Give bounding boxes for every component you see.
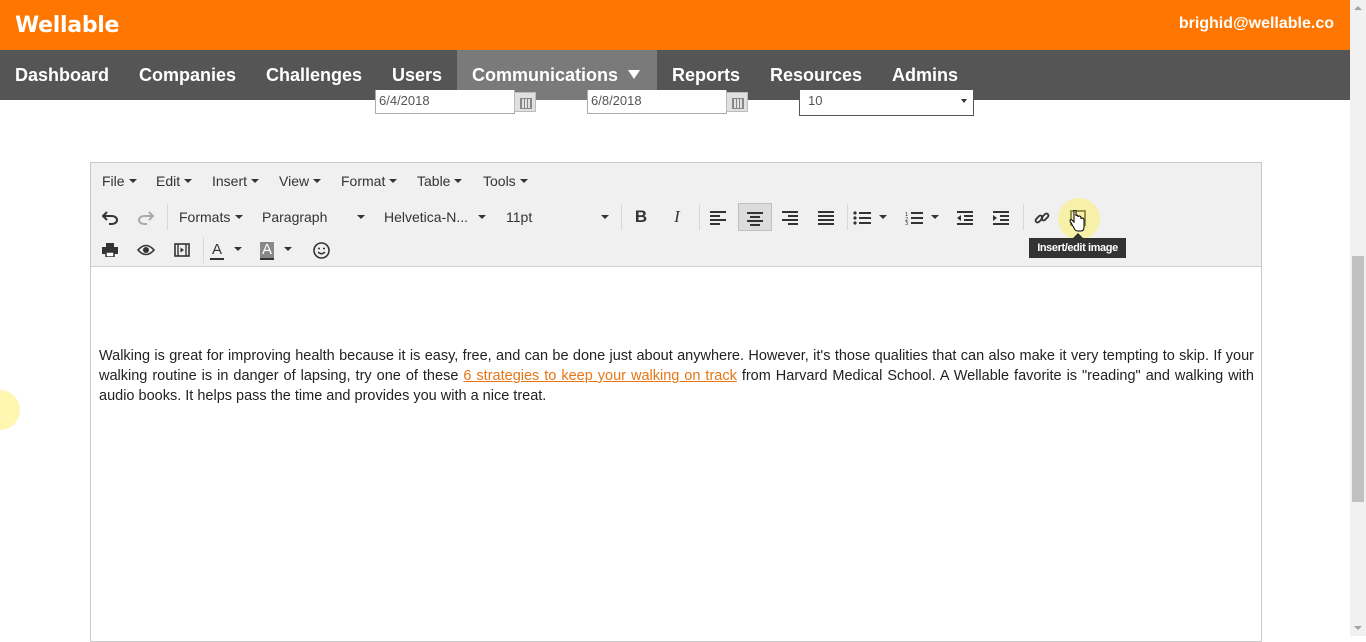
wellable-logo[interactable]: Wellable xyxy=(15,13,119,38)
chevron-down-icon xyxy=(234,247,243,252)
menu-tools-label: Tools xyxy=(483,173,516,189)
text-color-icon[interactable]: A xyxy=(210,235,250,263)
chevron-down-icon xyxy=(879,215,887,220)
chevron-down-icon xyxy=(961,99,967,103)
background-color-icon[interactable]: A xyxy=(260,235,300,263)
menu-file[interactable]: File xyxy=(102,173,137,189)
chevron-down-icon xyxy=(184,179,193,184)
start-date-input[interactable]: 6/4/2018 xyxy=(375,90,515,114)
cursor-highlight xyxy=(0,390,20,430)
nav-challenges[interactable]: Challenges xyxy=(251,50,377,100)
chevron-down-icon xyxy=(519,179,528,184)
calendar-icon[interactable] xyxy=(514,92,536,112)
calendar-icon[interactable] xyxy=(726,92,748,112)
indent-icon[interactable] xyxy=(988,203,1014,231)
chevron-down-icon xyxy=(601,215,609,219)
image-button-tooltip: Insert/edit image xyxy=(1029,233,1126,258)
editor-menubar: File Edit Insert View Format Table Tools xyxy=(91,163,1261,199)
scroll-down-icon[interactable] xyxy=(1354,626,1362,630)
chevron-down-icon xyxy=(284,247,293,252)
chevron-down-icon xyxy=(454,179,463,184)
formats-dropdown[interactable]: Formats xyxy=(179,203,243,231)
numbered-list-icon[interactable]: 123 xyxy=(905,203,945,231)
font-family-dropdown[interactable]: Helvetica-N... xyxy=(384,203,486,231)
menu-table[interactable]: Table xyxy=(417,173,463,189)
bold-icon[interactable]: B xyxy=(628,203,654,231)
justify-icon[interactable] xyxy=(813,203,839,231)
menu-file-label: File xyxy=(102,173,125,189)
align-center-icon[interactable] xyxy=(738,203,772,231)
font-size-label: 11pt xyxy=(506,209,533,225)
scroll-up-icon[interactable] xyxy=(1354,6,1362,10)
undo-icon[interactable] xyxy=(97,203,123,231)
menu-edit-label: Edit xyxy=(156,173,181,189)
editor-content[interactable]: Walking is great for improving health be… xyxy=(99,346,1254,406)
nav-dashboard[interactable]: Dashboard xyxy=(0,50,124,100)
link-icon[interactable] xyxy=(1029,203,1055,231)
chevron-down-icon xyxy=(931,215,939,220)
chevron-down-icon xyxy=(357,215,365,219)
menu-insert[interactable]: Insert xyxy=(212,173,260,189)
font-size-dropdown[interactable]: 11pt xyxy=(506,203,609,231)
menu-tools[interactable]: Tools xyxy=(483,173,528,189)
menu-table-label: Table xyxy=(417,173,451,189)
harvard-article-link[interactable]: 6 strategies to keep your walking on tra… xyxy=(463,368,736,384)
align-left-icon[interactable] xyxy=(705,203,731,231)
user-email[interactable]: brighid@wellable.co xyxy=(1179,15,1334,33)
chevron-down-icon xyxy=(628,69,641,79)
chevron-down-icon xyxy=(251,179,260,184)
bullet-list-icon[interactable] xyxy=(853,203,893,231)
italic-icon[interactable]: I xyxy=(664,203,690,231)
chevron-down-icon xyxy=(128,179,137,184)
block-format-label: Paragraph xyxy=(262,209,328,225)
print-icon[interactable] xyxy=(97,235,123,263)
menu-insert-label: Insert xyxy=(212,173,248,189)
toolbar-separator xyxy=(621,204,622,230)
svg-text:3: 3 xyxy=(905,221,908,225)
toolbar-separator xyxy=(1023,204,1024,230)
top-bar: Wellable brighid@wellable.co xyxy=(0,0,1350,50)
hand-cursor-icon xyxy=(1069,209,1085,232)
chevron-down-icon xyxy=(478,215,486,219)
chevron-down-icon xyxy=(389,179,398,184)
count-select-value: 10 xyxy=(808,93,823,108)
align-right-icon[interactable] xyxy=(777,203,803,231)
outdent-icon[interactable] xyxy=(952,203,978,231)
toolbar-separator xyxy=(167,204,168,230)
toolbar-separator xyxy=(847,204,848,230)
font-family-label: Helvetica-N... xyxy=(384,209,469,225)
menu-format-label: Format xyxy=(341,173,386,189)
nav-communications-label: Communications xyxy=(472,65,619,85)
chevron-down-icon xyxy=(313,179,322,184)
toolbar-separator xyxy=(699,204,700,230)
nav-companies[interactable]: Companies xyxy=(124,50,251,100)
menu-edit[interactable]: Edit xyxy=(156,173,193,189)
end-date-input[interactable]: 6/8/2018 xyxy=(587,90,727,114)
menu-format[interactable]: Format xyxy=(341,173,398,189)
chevron-down-icon xyxy=(235,215,243,219)
toolbar-separator xyxy=(203,237,204,263)
eye-icon[interactable] xyxy=(133,235,159,263)
redo-icon[interactable] xyxy=(133,203,159,231)
formats-dropdown-label: Formats xyxy=(179,209,231,225)
menu-view[interactable]: View xyxy=(279,173,322,189)
block-format-dropdown[interactable]: Paragraph xyxy=(262,203,365,231)
count-select[interactable]: 10 xyxy=(799,90,974,116)
media-icon[interactable] xyxy=(169,235,195,263)
emoticon-icon[interactable] xyxy=(308,235,334,263)
scrollbar-thumb[interactable] xyxy=(1352,256,1364,502)
menu-view-label: View xyxy=(279,173,310,189)
